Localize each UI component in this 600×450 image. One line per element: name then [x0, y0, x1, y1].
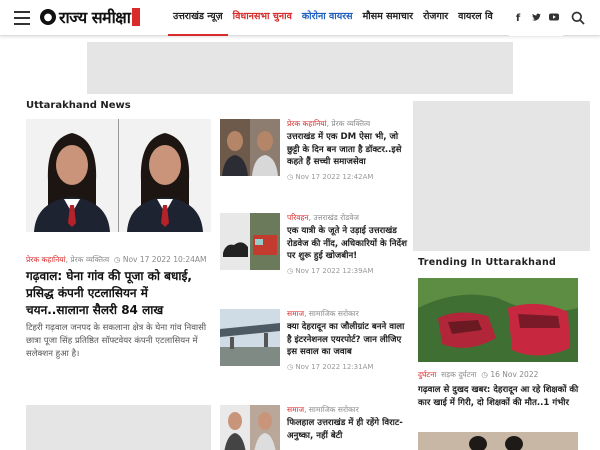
article-date-text: Nov 17 2022 12:31AM — [295, 362, 374, 371]
article-date-text: Nov 17 2022 12:42AM — [295, 172, 374, 181]
article-meta: समाज, सामाजिक सरोकार — [287, 309, 359, 318]
trending-headline[interactable]: गढ़वाल से दुखद खबर: देहरादून आ रहे शिक्ष… — [418, 384, 583, 409]
youtube-icon[interactable] — [545, 13, 563, 24]
trending-title: Trending In Uttarakhand — [418, 257, 557, 268]
clock-icon: ◷ — [111, 255, 123, 264]
logo-badge — [132, 8, 141, 26]
nav-item[interactable]: कोरोना वायरस — [297, 0, 358, 36]
ad-banner-side — [413, 101, 590, 251]
article-title[interactable]: फिलहाल उत्तराखंड में ही रहेंगे विराट-अनु… — [287, 417, 409, 442]
section-title: Uttarakhand News — [26, 100, 131, 111]
article-text: समाज, सामाजिक सरोकार क्या देहरादून का जौ… — [287, 309, 409, 371]
article-meta: प्रेरक कहानियां, प्रेरक व्यक्तित्व — [287, 119, 371, 128]
search-icon[interactable] — [571, 11, 585, 25]
article-thumbnail[interactable] — [220, 405, 280, 450]
nav-item[interactable]: विधानसभा चुनाव — [228, 0, 297, 36]
main-nav: उत्तराखंड न्यूज़ विधानसभा चुनाव कोरोना वाय… — [168, 0, 498, 36]
nav-item[interactable]: उत्तराखंड न्यूज़ — [168, 0, 228, 36]
trending-category[interactable]: दुर्घटना — [418, 370, 436, 379]
article-date: ◷ Nov 17 2022 12:31AM — [287, 362, 374, 371]
list-item[interactable]: समाज, सामाजिक सरोकार क्या देहरादून का जौ… — [220, 309, 405, 401]
featured-meta: प्रेरक कहानियां, प्रेरक व्यक्तित्व ◷ Nov… — [26, 255, 207, 264]
featured-title[interactable]: गढ़वाल: घेना गांव की पूजा को बधाई, प्रसि… — [26, 268, 211, 319]
logo-mark-icon: ● — [40, 9, 56, 25]
article-subcategory[interactable]: प्रेरक व्यक्तित्व — [331, 119, 370, 128]
article-subcategory[interactable]: सामाजिक सरोकार — [309, 405, 359, 414]
list-item[interactable]: समाज, सामाजिक सरोकार फिलहाल उत्तराखंड मे… — [220, 405, 405, 450]
article-thumbnail[interactable] — [220, 213, 280, 270]
article-category[interactable]: समाज — [287, 309, 304, 318]
featured-image[interactable] — [26, 119, 211, 232]
article-subcategory[interactable]: सामाजिक सरोकार — [309, 309, 359, 318]
article-date-text: Nov 17 2022 12:39AM — [295, 266, 374, 275]
article-meta: परिवहन, उत्तराखंड रोडवेज — [287, 213, 359, 222]
trending-image-2[interactable] — [418, 432, 578, 450]
featured-excerpt: टिहरी गढ़वाल जनपद के सकलाना क्षेत्र के घ… — [26, 323, 207, 359]
article-category[interactable]: समाज — [287, 405, 304, 414]
nav-item[interactable]: वायरल वि — [453, 0, 498, 36]
article-subcategory[interactable]: उत्तराखंड रोडवेज — [313, 213, 359, 222]
trending-meta: दुर्घटना सड़क दुर्घटना ◷ 16 Nov 2022 — [418, 370, 538, 380]
article-text: परिवहन, उत्तराखंड रोडवेज एक यात्री के जू… — [287, 213, 409, 275]
menu-icon[interactable] — [14, 11, 30, 25]
social-links: f — [509, 0, 563, 36]
clock-icon: ◷ — [479, 370, 491, 379]
article-date: ◷ Nov 17 2022 12:42AM — [287, 172, 374, 181]
page: ● राज्य समीक्षा उत्तराखंड न्यूज़ विधानसभा… — [0, 0, 600, 450]
article-date: ◷ Nov 17 2022 12:39AM — [287, 266, 374, 275]
article-text: समाज, सामाजिक सरोकार फिलहाल उत्तराखंड मे… — [287, 405, 409, 442]
article-title[interactable]: उत्तराखंड में एक DM ऐसा भी, जो छुट्टी के… — [287, 131, 409, 169]
nav-item[interactable]: रोजगार — [418, 0, 453, 36]
article-text: प्रेरक कहानियां, प्रेरक व्यक्तित्व उत्तर… — [287, 119, 409, 181]
list-item[interactable]: परिवहन, उत्तराखंड रोडवेज एक यात्री के जू… — [220, 213, 407, 303]
article-meta: समाज, सामाजिक सरोकार — [287, 405, 359, 414]
featured-date: Nov 17 2022 10:24AM — [122, 255, 207, 264]
list-item[interactable]: प्रेरक कहानियां, प्रेरक व्यक्तित्व उत्तर… — [220, 119, 405, 209]
article-thumbnail[interactable] — [220, 119, 280, 176]
featured-category[interactable]: प्रेरक कहानियां — [26, 255, 66, 264]
article-category[interactable]: प्रेरक कहानियां — [287, 119, 327, 128]
article-title[interactable]: क्या देहरादून का जौलीग्रांट बनने वाला है… — [287, 321, 409, 359]
logo-text: राज्य समीक्षा — [59, 8, 131, 27]
twitter-icon[interactable] — [527, 13, 545, 24]
trending-image[interactable] — [418, 278, 578, 362]
site-logo[interactable]: ● राज्य समीक्षा — [40, 5, 141, 29]
ad-banner-bottom — [26, 405, 211, 450]
featured-subcategory[interactable]: प्रेरक व्यक्तित्व — [70, 255, 109, 264]
facebook-icon[interactable]: f — [509, 13, 527, 24]
nav-item[interactable]: मौसम समाचार — [358, 0, 419, 36]
trending-date: 16 Nov 2022 — [490, 370, 539, 379]
site-header: ● राज्य समीक्षा उत्तराखंड न्यूज़ विधानसभा… — [0, 0, 600, 36]
ad-banner-top — [87, 42, 513, 94]
article-thumbnail[interactable] — [220, 309, 280, 366]
article-category[interactable]: परिवहन — [287, 213, 309, 222]
trending-subcategory[interactable]: सड़क दुर्घटना — [441, 370, 477, 379]
article-title[interactable]: एक यात्री के जूते ने उड़ाई उत्तराखंड रोड… — [287, 225, 409, 263]
